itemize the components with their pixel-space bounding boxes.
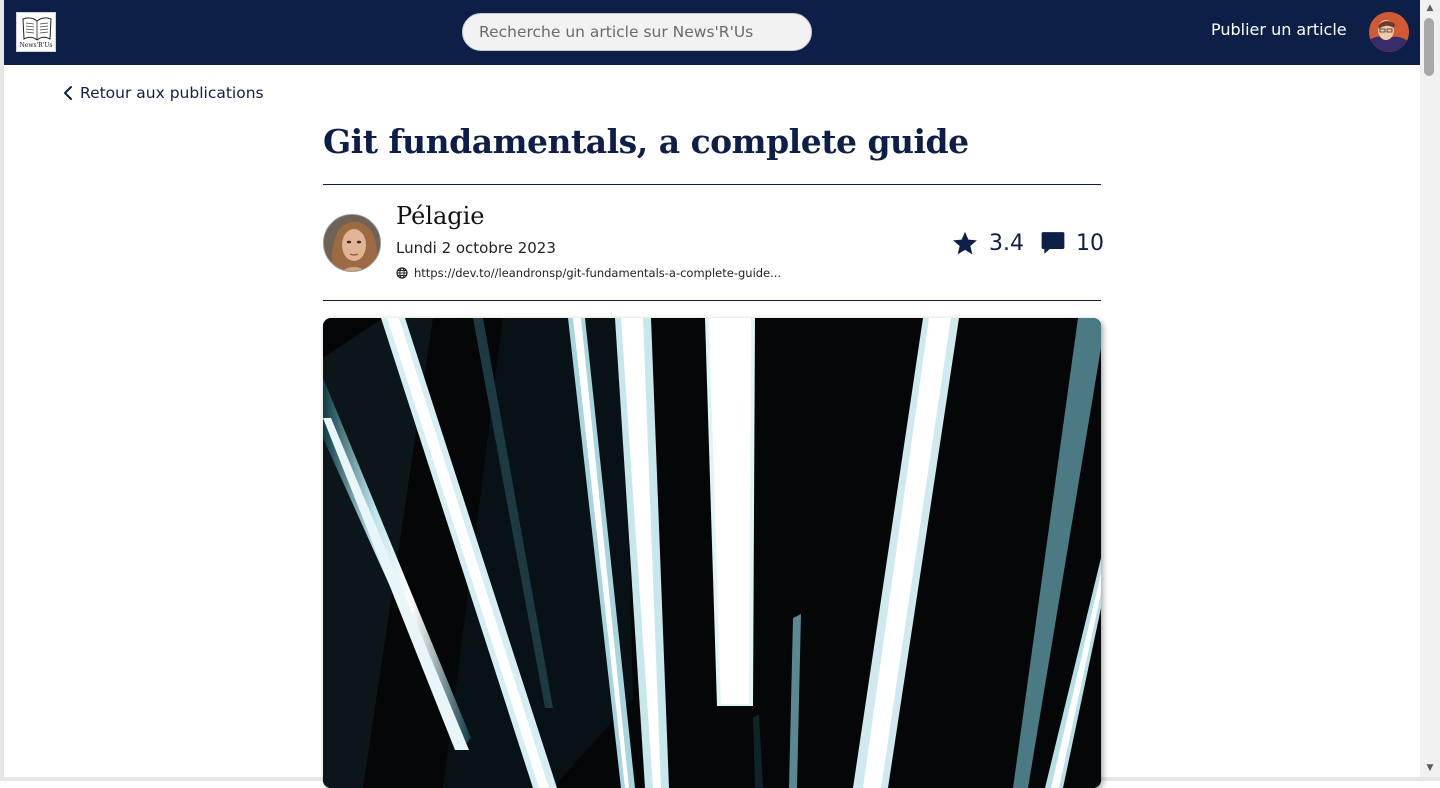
- user-avatar-image: [1369, 12, 1409, 52]
- vertical-scrollbar[interactable]: ▲ ▼: [1420, 0, 1440, 777]
- author-avatar[interactable]: [323, 214, 381, 272]
- article-cover-image: [323, 318, 1101, 788]
- title-divider: [323, 184, 1101, 185]
- comment-icon: [1041, 232, 1065, 254]
- publication-date: Lundi 2 octobre 2023: [396, 239, 556, 257]
- back-to-publications-link[interactable]: Retour aux publications: [62, 82, 264, 104]
- scroll-up-arrow-icon[interactable]: ▲: [1420, 0, 1440, 17]
- source-link[interactable]: https://dev.to//leandronsp/git-fundament…: [396, 266, 781, 280]
- comments-stat[interactable]: 10: [1040, 230, 1104, 256]
- globe-icon: [396, 267, 408, 279]
- rating-value: 3.4: [989, 230, 1024, 256]
- author-avatar-image: [324, 215, 380, 271]
- article-title: Git fundamentals, a complete guide: [323, 122, 969, 161]
- back-link-label: Retour aux publications: [80, 84, 264, 102]
- article-stats: 3.4 10: [951, 229, 1104, 257]
- author-divider: [323, 300, 1101, 301]
- logo-text: News'R'Us: [19, 42, 53, 49]
- neon-light-tubes-image: [323, 318, 1101, 788]
- scroll-thumb[interactable]: [1424, 18, 1434, 76]
- user-avatar[interactable]: [1369, 12, 1409, 52]
- source-url: https://dev.to//leandronsp/git-fundament…: [414, 266, 782, 280]
- search-input[interactable]: [462, 13, 812, 51]
- chevron-left-icon: [64, 86, 72, 100]
- site-logo[interactable]: News'R'Us: [16, 12, 56, 52]
- top-navbar: News'R'Us Publier un article: [4, 0, 1420, 65]
- comments-count: 10: [1076, 230, 1104, 256]
- scroll-down-arrow-icon[interactable]: ▼: [1420, 760, 1440, 777]
- rating-stat[interactable]: 3.4: [951, 230, 1024, 257]
- publish-article-link[interactable]: Publier un article: [1211, 20, 1347, 39]
- author-name[interactable]: Pélagie: [396, 202, 485, 230]
- star-icon: [953, 231, 977, 254]
